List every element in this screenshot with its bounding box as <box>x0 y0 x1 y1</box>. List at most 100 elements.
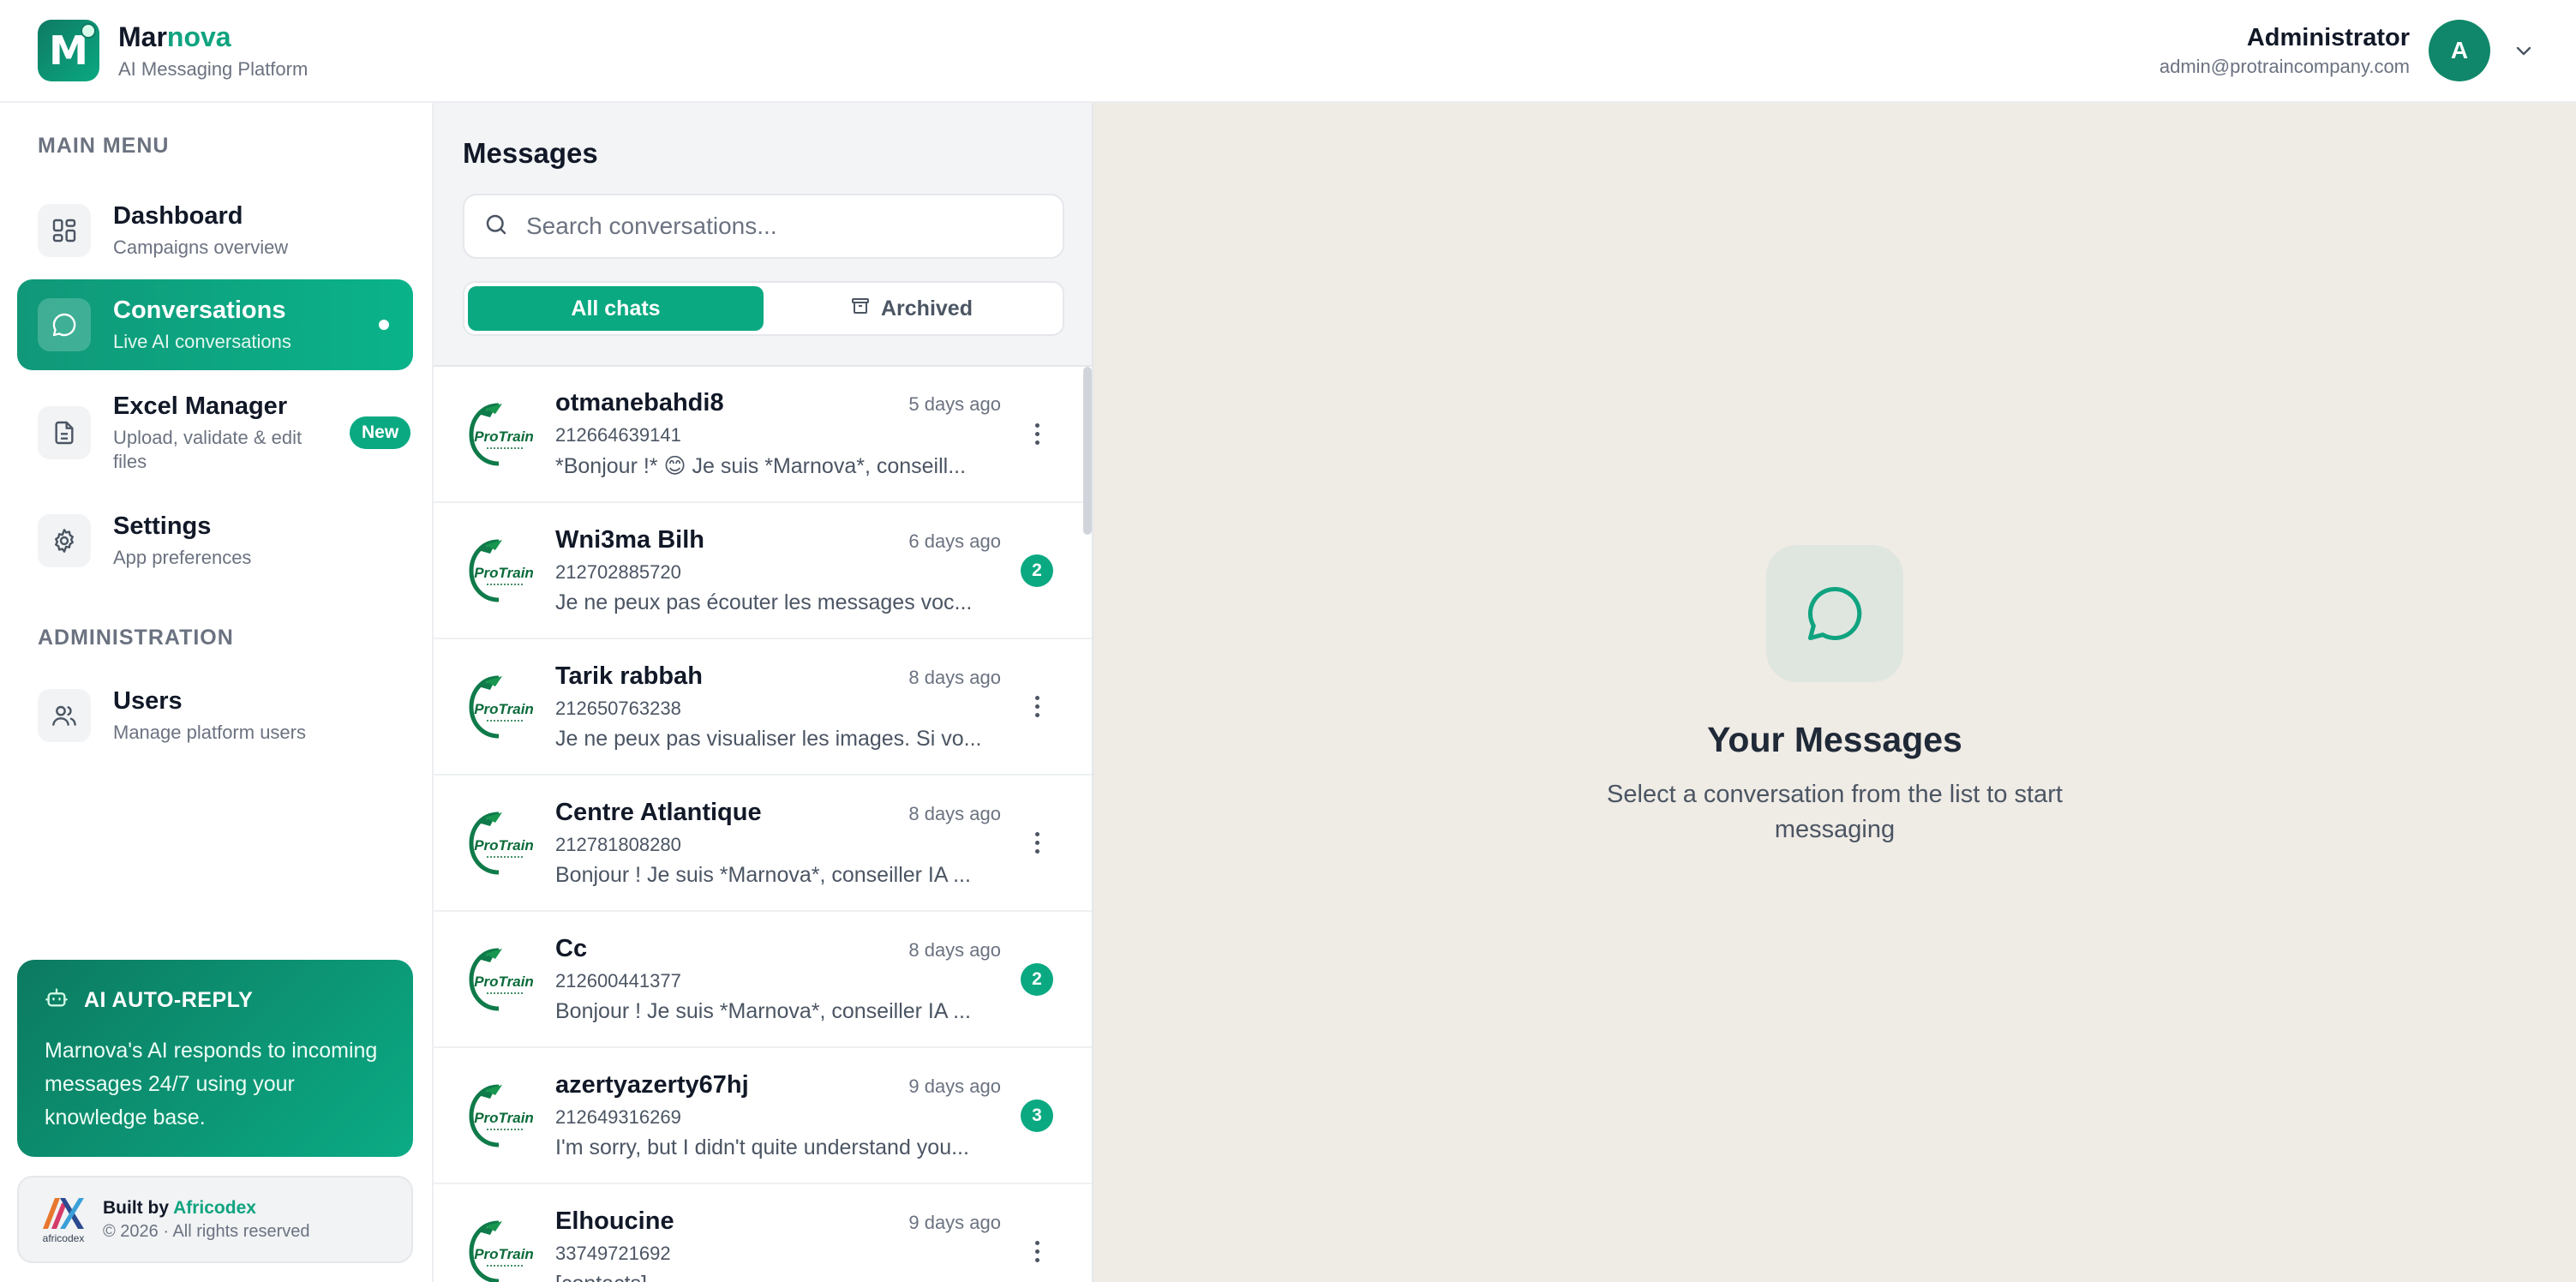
contact-phone: 212702885720 <box>555 560 681 583</box>
conversation-row[interactable]: ProTrain Elhoucine 9 days ago 33749721692 [c… <box>434 1184 1092 1282</box>
more-options-icon[interactable] <box>1034 696 1039 717</box>
ai-autoreply-card: AI AUTO-REPLY Marnova's AI responds to i… <box>17 960 413 1157</box>
new-badge: New <box>350 416 411 449</box>
last-message-time: 6 days ago <box>908 530 1001 552</box>
conversation-row[interactable]: ProTrain Wni3ma Bilh 6 days ago 21270288572… <box>434 503 1092 639</box>
administration-label: ADMINISTRATION <box>38 626 234 650</box>
user-name: Administrator <box>2246 23 2410 51</box>
copyright: © 2026 · All rights reserved <box>103 1221 310 1241</box>
user-menu[interactable]: Administrator admin@protraincompany.com … <box>2160 20 2538 81</box>
message-preview: Bonjour ! Je suis *Marnova*, conseiller … <box>555 998 971 1023</box>
chevron-down-icon[interactable] <box>2509 36 2538 65</box>
contact-avatar: ProTrain <box>461 806 536 881</box>
last-message-time: 8 days ago <box>908 802 1001 824</box>
conversation-row[interactable]: ProTrain otmanebahdi8 5 days ago 2126646391… <box>434 367 1092 503</box>
archive-icon <box>850 296 871 322</box>
marnova-logo: M <box>38 20 99 81</box>
autoreply-body: Marnova's AI responds to incoming messag… <box>45 1039 378 1129</box>
contact-phone: 212650763238 <box>555 697 681 719</box>
conversation-row[interactable]: ProTrain Centre Atlantique 8 days ago 21278… <box>434 776 1092 912</box>
contact-name: Wni3ma Bilh <box>555 525 705 554</box>
logo-check-icon <box>81 23 96 39</box>
gear-icon <box>38 514 91 567</box>
brand-subtitle: AI Messaging Platform <box>118 57 309 80</box>
chat-filter-tabs: All chats Archived <box>463 281 1064 336</box>
unread-count-badge: 3 <box>1021 1099 1053 1132</box>
contact-name: Centre Atlantique <box>555 798 762 826</box>
grid-icon <box>38 204 91 257</box>
search-icon <box>483 212 509 242</box>
chat-bubble-icon <box>1766 545 1903 682</box>
unread-count-badge: 2 <box>1021 554 1053 587</box>
avatar[interactable]: A <box>2429 20 2490 81</box>
contact-avatar: ProTrain <box>461 1078 536 1153</box>
message-preview: Bonjour ! Je suis *Marnova*, conseiller … <box>555 862 971 887</box>
contact-avatar: ProTrain <box>461 533 536 608</box>
contact-phone: 212649316269 <box>555 1105 681 1128</box>
more-options-icon[interactable] <box>1034 832 1039 854</box>
svg-text:ProTrain: ProTrain <box>474 1246 534 1262</box>
last-message-time: 8 days ago <box>908 666 1001 688</box>
scrollbar[interactable] <box>1083 367 1092 535</box>
message-preview: [contacts] <box>555 1272 989 1282</box>
last-message-time: 5 days ago <box>908 393 1001 415</box>
conversation-row[interactable]: ProTrain azertyazerty67hj 9 days ago 212649… <box>434 1048 1092 1184</box>
svg-text:ProTrain: ProTrain <box>474 837 534 854</box>
africodex-logo: africodex <box>39 1195 87 1244</box>
sidebar: MAIN MENU Dashboard Campaigns overview C… <box>0 103 434 1282</box>
svg-text:ProTrain: ProTrain <box>474 428 534 445</box>
search-input[interactable] <box>526 213 1044 240</box>
message-preview: Je ne peux pas visualiser les images. Si… <box>555 726 982 751</box>
last-message-time: 9 days ago <box>908 1075 1001 1097</box>
file-icon <box>38 406 91 459</box>
last-message-time: 8 days ago <box>908 938 1001 961</box>
contact-name: otmanebahdi8 <box>555 389 724 416</box>
chat-icon <box>38 298 91 351</box>
svg-text:ProTrain: ProTrain <box>474 701 534 717</box>
contact-phone: 212781808280 <box>555 833 681 855</box>
sidebar-item-settings[interactable]: Settings App preferences <box>17 495 413 586</box>
chat-area: Your Messages Select a conversation from… <box>1093 103 2576 1282</box>
svg-text:ProTrain: ProTrain <box>474 1110 534 1126</box>
active-indicator <box>379 320 389 330</box>
more-options-icon[interactable] <box>1034 423 1039 445</box>
more-options-icon[interactable] <box>1034 1241 1039 1262</box>
contact-phone: 212664639141 <box>555 424 681 446</box>
bot-icon <box>45 985 69 1015</box>
empty-title: Your Messages <box>1707 720 1962 759</box>
contact-name: azertyazerty67hj <box>555 1070 749 1099</box>
unread-count-badge: 2 <box>1021 962 1053 996</box>
svg-text:ProTrain: ProTrain <box>474 973 534 990</box>
conversation-row[interactable]: ProTrain Tarik rabbah 8 days ago 2126507632… <box>434 639 1092 776</box>
users-icon <box>38 689 91 742</box>
message-preview: I'm sorry, but I didn't quite understand… <box>555 1135 969 1159</box>
contact-name: Elhoucine <box>555 1207 674 1235</box>
tab-archived[interactable]: Archived <box>764 286 1059 331</box>
user-email: admin@protraincompany.com <box>2159 55 2410 77</box>
messages-title: Messages <box>463 137 598 169</box>
contact-avatar: ProTrain <box>461 397 536 472</box>
conversation-panel: Messages All chats Archived ProTrain otma… <box>434 103 1093 1282</box>
contact-name: Tarik rabbah <box>555 662 703 690</box>
brand-name: Marnova <box>118 21 231 52</box>
message-preview: *Bonjour !* 😊 Je suis *Marnova*, conseil… <box>555 454 967 478</box>
brand[interactable]: M Marnova AI Messaging Platform <box>38 20 308 81</box>
conversation-list: ProTrain otmanebahdi8 5 days ago 2126646391… <box>434 365 1092 1282</box>
last-message-time: 9 days ago <box>908 1211 1001 1233</box>
africodex-link[interactable]: Africodex <box>173 1198 256 1218</box>
contact-name: Cc <box>555 934 588 962</box>
search-box[interactable] <box>463 194 1064 259</box>
sidebar-item-excel-manager[interactable]: Excel Manager Upload, validate & edit fi… <box>17 379 413 487</box>
sidebar-item-conversations[interactable]: Conversations Live AI conversations <box>17 279 413 370</box>
main-menu-label: MAIN MENU <box>38 134 170 158</box>
top-header: M Marnova AI Messaging Platform Administ… <box>0 0 2576 103</box>
contact-phone: 212600441377 <box>555 969 681 991</box>
contact-avatar: ProTrain <box>461 1214 536 1282</box>
conversation-row[interactable]: ProTrain Cc 8 days ago 212600441377 Bonjour … <box>434 912 1092 1048</box>
sidebar-item-dashboard[interactable]: Dashboard Campaigns overview <box>17 185 413 276</box>
message-preview: Je ne peux pas écouter les messages voc.… <box>555 590 973 614</box>
tab-all-chats[interactable]: All chats <box>468 286 764 331</box>
built-by-card: africodex Built by Africodex © 2026 · Al… <box>17 1176 413 1263</box>
sidebar-item-users[interactable]: Users Manage platform users <box>17 670 413 761</box>
contact-phone: 33749721692 <box>555 1242 671 1264</box>
